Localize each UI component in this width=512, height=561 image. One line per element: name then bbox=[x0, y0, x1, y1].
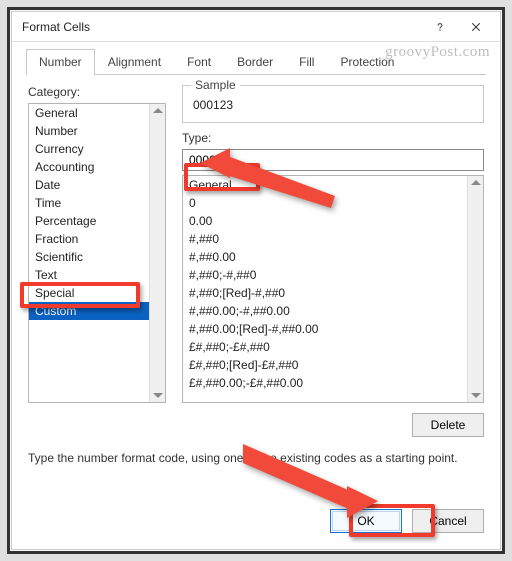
cancel-button[interactable]: Cancel bbox=[412, 509, 484, 533]
format-item[interactable]: #,##0.00;[Red]-#,##0.00 bbox=[183, 320, 467, 338]
format-item[interactable]: 0.00 bbox=[183, 212, 467, 230]
category-label: Category: bbox=[28, 85, 166, 99]
category-item[interactable]: General bbox=[29, 104, 149, 122]
format-item[interactable]: £#,##0;[Red]-£#,##0 bbox=[183, 356, 467, 374]
category-item[interactable]: Accounting bbox=[29, 158, 149, 176]
category-item[interactable]: Number bbox=[29, 122, 149, 140]
tab-protection[interactable]: Protection bbox=[327, 49, 407, 75]
category-item[interactable]: Time bbox=[29, 194, 149, 212]
format-item[interactable]: #,##0.00;-#,##0.00 bbox=[183, 302, 467, 320]
category-item[interactable]: Percentage bbox=[29, 212, 149, 230]
format-item[interactable]: #,##0;-#,##0 bbox=[183, 266, 467, 284]
category-item[interactable]: Special bbox=[29, 284, 149, 302]
tabstrip: NumberAlignmentFontBorderFillProtection bbox=[12, 42, 500, 74]
format-item[interactable]: #,##0.00 bbox=[183, 248, 467, 266]
type-label: Type: bbox=[182, 131, 484, 145]
dialog-footer: OK Cancel bbox=[12, 495, 500, 549]
format-item[interactable]: 0 bbox=[183, 194, 467, 212]
sample-value: 000123 bbox=[193, 92, 473, 112]
sample-label: Sample bbox=[191, 78, 240, 92]
tab-fill[interactable]: Fill bbox=[286, 49, 327, 75]
help-icon bbox=[434, 21, 446, 33]
category-scrollbar[interactable] bbox=[149, 104, 165, 402]
category-listbox[interactable]: GeneralNumberCurrencyAccountingDateTimeP… bbox=[28, 103, 166, 403]
category-item[interactable]: Custom bbox=[29, 302, 149, 320]
help-button[interactable] bbox=[422, 14, 458, 40]
format-item[interactable]: #,##0;[Red]-#,##0 bbox=[183, 284, 467, 302]
titlebar: Format Cells bbox=[12, 12, 500, 42]
delete-button[interactable]: Delete bbox=[412, 413, 484, 437]
tab-alignment[interactable]: Alignment bbox=[95, 49, 174, 75]
type-input[interactable] bbox=[182, 149, 484, 171]
category-item[interactable]: Text bbox=[29, 266, 149, 284]
category-item[interactable]: Scientific bbox=[29, 248, 149, 266]
category-item[interactable]: Fraction bbox=[29, 230, 149, 248]
close-icon bbox=[470, 21, 482, 33]
format-listbox[interactable]: General00.00#,##0#,##0.00#,##0;-#,##0#,#… bbox=[182, 175, 484, 403]
format-scrollbar[interactable] bbox=[467, 176, 483, 402]
category-item[interactable]: Date bbox=[29, 176, 149, 194]
window-title: Format Cells bbox=[22, 20, 422, 34]
format-cells-dialog: Format Cells NumberAlignmentFontBorderFi… bbox=[12, 12, 500, 549]
tab-font[interactable]: Font bbox=[174, 49, 224, 75]
format-item[interactable]: #,##0 bbox=[183, 230, 467, 248]
hint-text: Type the number format code, using one o… bbox=[28, 451, 484, 465]
format-item[interactable]: £#,##0.00;-£#,##0.00 bbox=[183, 374, 467, 392]
sample-group: Sample 000123 bbox=[182, 85, 484, 123]
format-item[interactable]: £#,##0;-£#,##0 bbox=[183, 338, 467, 356]
close-button[interactable] bbox=[458, 14, 494, 40]
tab-number-content: Category: GeneralNumberCurrencyAccountin… bbox=[12, 75, 500, 495]
ok-button[interactable]: OK bbox=[330, 509, 402, 533]
tab-number[interactable]: Number bbox=[26, 49, 95, 75]
tab-border[interactable]: Border bbox=[224, 49, 286, 75]
category-item[interactable]: Currency bbox=[29, 140, 149, 158]
format-item[interactable]: General bbox=[183, 176, 467, 194]
